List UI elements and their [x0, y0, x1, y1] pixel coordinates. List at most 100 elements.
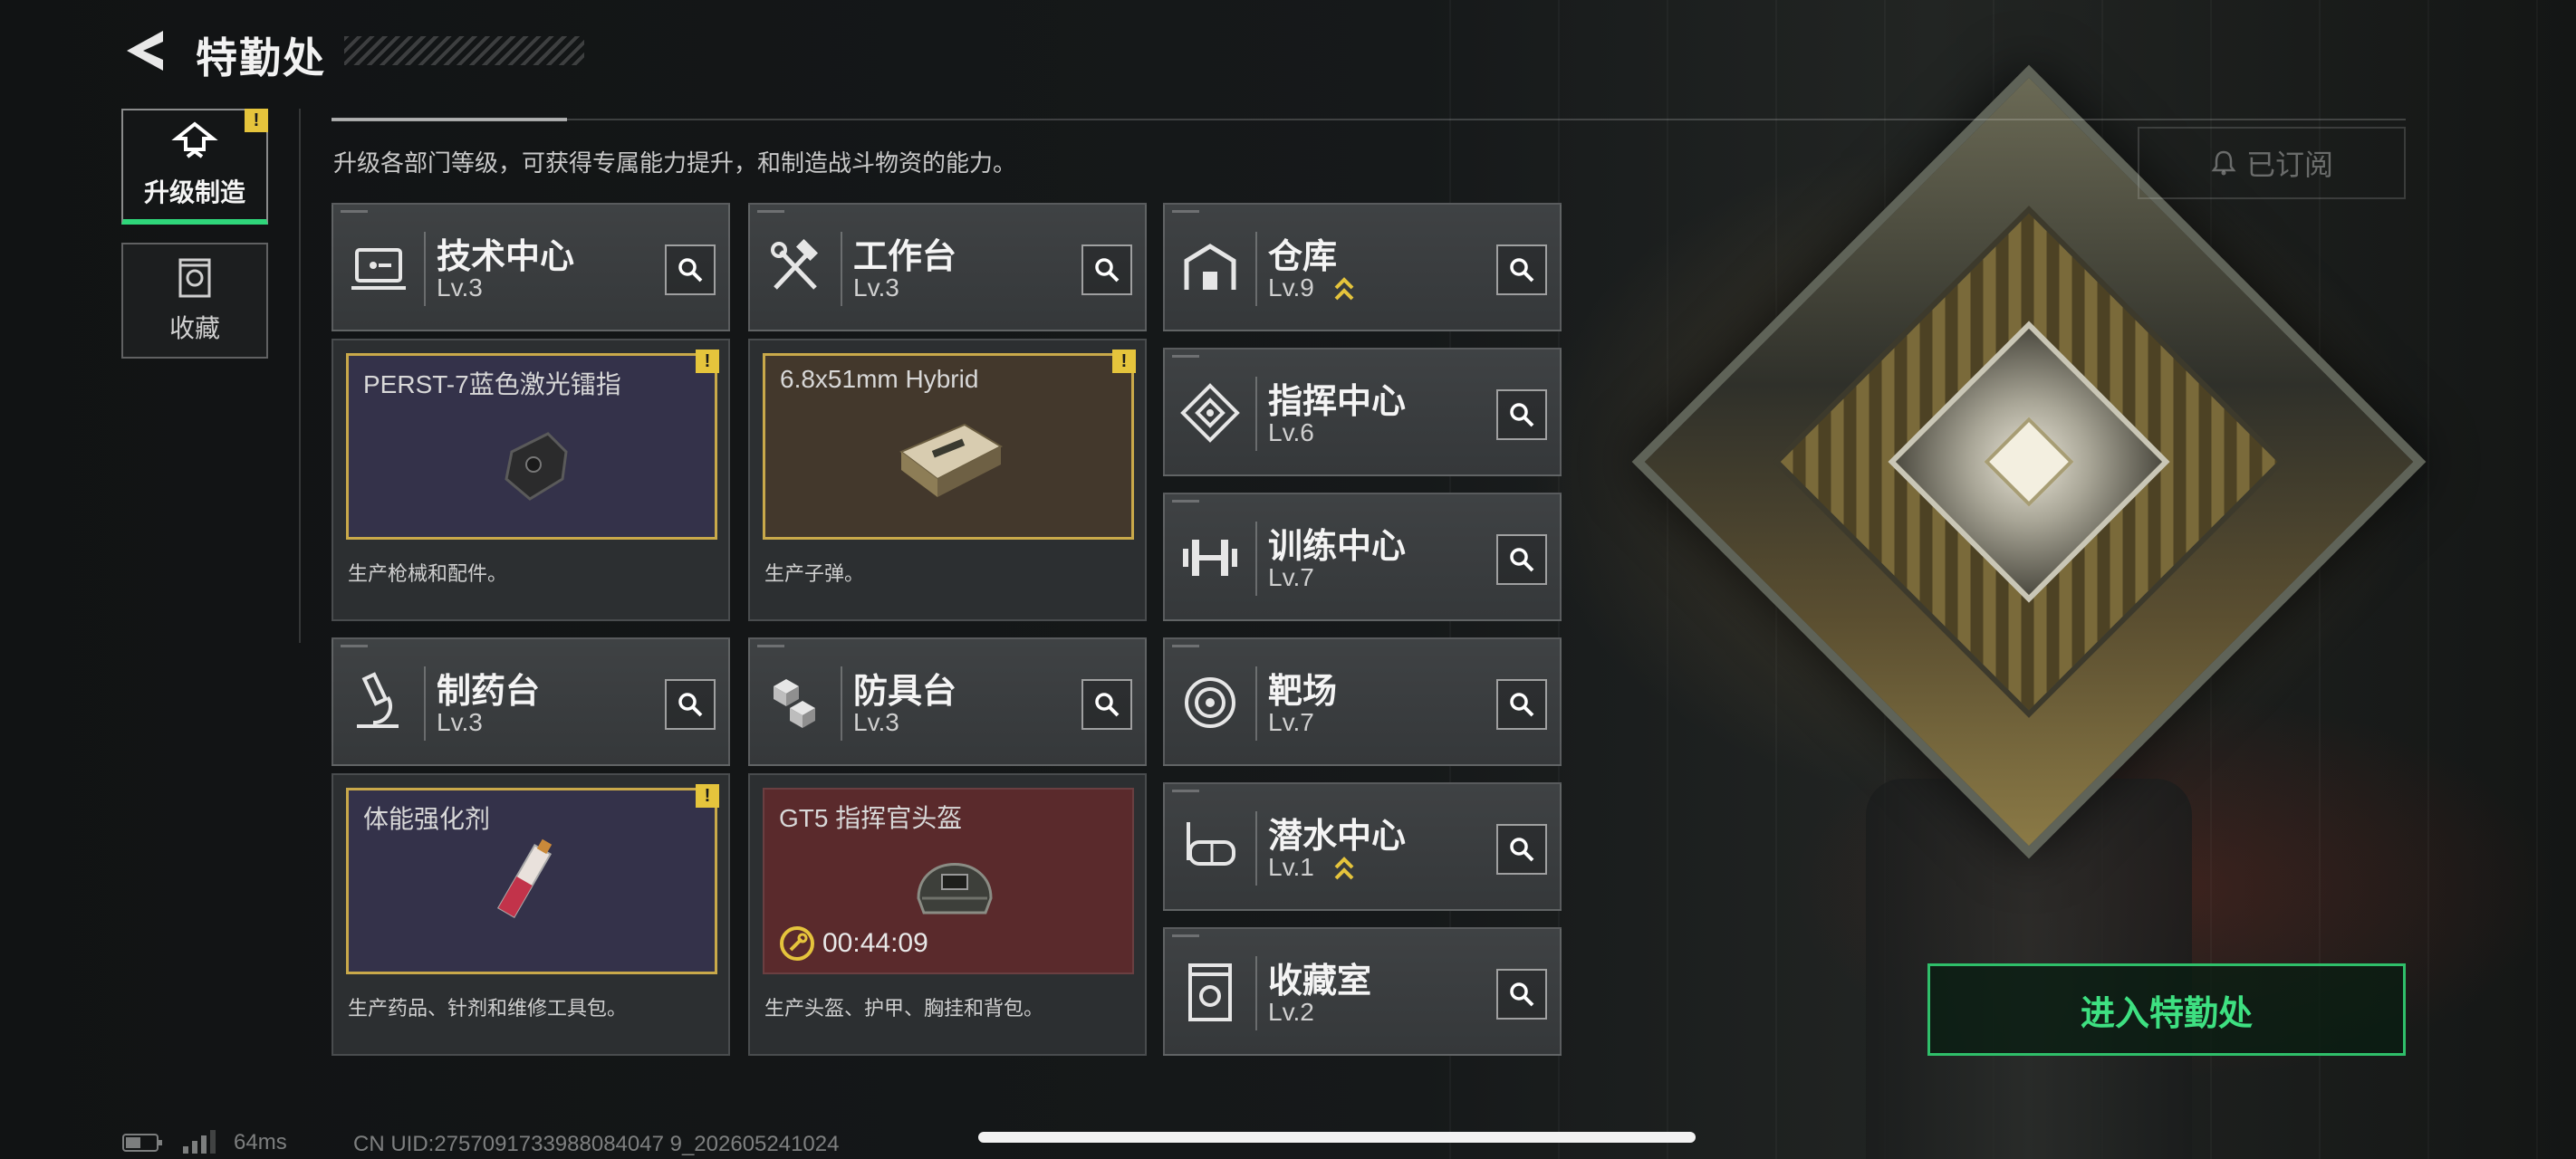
header-divider [332, 119, 2406, 120]
dept-level: Lv.1 [1268, 853, 1314, 881]
dept-name: 仓库 [1268, 238, 1338, 276]
diving-mask-icon [1187, 822, 1235, 866]
collection-cabinet-icon [178, 258, 211, 298]
production-slot[interactable]: GT5 指挥官头盔 00:44:09 [763, 788, 1134, 974]
dept-level: Lv.7 [1268, 708, 1314, 736]
dept-pharmacy[interactable]: 制药台 Lv.3 [332, 637, 730, 766]
dept-level: Lv.2 [1268, 998, 1314, 1026]
dept-level: Lv.3 [437, 708, 483, 736]
collection-room-icon [1188, 963, 1232, 1021]
production-description: 生产头盔、护甲、胸挂和背包。 [764, 997, 1044, 1020]
production-description: 生产子弹。 [764, 562, 865, 585]
command-center-icon [1180, 383, 1240, 443]
subscribed-label: 已订阅 [2245, 148, 2333, 181]
dept-level: Lv.3 [853, 273, 899, 302]
dept-armor-bench[interactable]: 防具台 Lv.3 [748, 637, 1147, 766]
enter-special-ops-button[interactable]: 进入特勤处 [1927, 963, 2406, 1056]
laser-device-item-image [505, 432, 568, 501]
ping-value: 64ms [234, 1130, 287, 1154]
dept-warehouse[interactable]: 仓库 Lv.9 [1163, 203, 1562, 331]
search-icon [1510, 258, 1534, 283]
dept-name: 指挥中心 [1268, 383, 1407, 421]
timer-value: 00:44:09 [822, 928, 928, 958]
dept-level: Lv.3 [853, 708, 899, 736]
search-icon [1510, 982, 1534, 1007]
dept-command-center[interactable]: 指挥中心 Lv.6 [1163, 348, 1562, 476]
tab-alert-badge: ! [245, 109, 268, 132]
search-icon [1510, 838, 1534, 862]
dept-training-center[interactable]: 训练中心 Lv.7 [1163, 493, 1562, 621]
production-card-armor-bench[interactable]: GT5 指挥官头盔 00:44:09 生产头盔、护甲、胸挂和背包。 [748, 773, 1147, 1056]
search-button[interactable] [1496, 534, 1547, 585]
production-card-workbench[interactable]: 6.8x51mm Hybrid ! 生产子弹。 [748, 339, 1147, 621]
dept-diving-center[interactable]: 潜水中心 Lv.1 [1163, 782, 1562, 911]
production-slot[interactable]: 6.8x51mm Hybrid [763, 353, 1134, 540]
home-indicator[interactable] [978, 1132, 1696, 1143]
search-icon [1510, 403, 1534, 427]
dept-collection-room[interactable]: 收藏室 Lv.2 [1163, 927, 1562, 1056]
dept-workbench[interactable]: 工作台 Lv.3 [748, 203, 1147, 331]
search-icon [1510, 548, 1534, 572]
dept-level: Lv.9 [1268, 273, 1314, 302]
tab-label: 收藏 [168, 314, 220, 342]
ammo-box-item-image [899, 423, 1004, 497]
hammer-wrench-icon [771, 238, 819, 290]
production-card-pharmacy[interactable]: 体能强化剂 ! 生产药品、针剂和维修工具包。 [332, 773, 730, 1056]
production-description: 生产药品、针剂和维修工具包。 [348, 997, 628, 1020]
status-bar: 64ms [121, 1130, 287, 1155]
search-button[interactable] [1496, 679, 1547, 730]
signal-icon [183, 1130, 216, 1154]
dept-name: 训练中心 [1268, 528, 1407, 566]
production-card-tech-center[interactable]: PERST-7蓝色激光镭指 ! 生产枪械和配件。 [332, 339, 730, 621]
page-description: 升级各部门等级，可获得专属能力提升，和制造战斗物资的能力。 [333, 149, 1017, 177]
search-button[interactable] [1496, 244, 1547, 295]
search-button[interactable] [665, 244, 716, 295]
tech-center-icon [351, 248, 406, 290]
item-name: GT5 指挥官头盔 [779, 804, 963, 832]
upgrade-available-icon [1334, 277, 1354, 301]
armor-blocks-icon [774, 679, 815, 728]
timer-wrench-icon [780, 926, 814, 961]
header-divider-accent [332, 118, 567, 121]
page-title: 特勤处 [196, 34, 326, 81]
dept-name: 收藏室 [1268, 963, 1372, 1001]
dept-name: 技术中心 [437, 238, 575, 276]
search-button[interactable] [1081, 244, 1132, 295]
upgrade-production-icon [171, 121, 218, 158]
search-icon [678, 258, 703, 283]
target-icon [1185, 677, 1235, 728]
search-icon [1095, 693, 1120, 717]
search-button[interactable] [1496, 389, 1547, 440]
subscribed-button[interactable]: 已订阅 [2138, 127, 2406, 199]
back-arrow-icon[interactable] [123, 27, 167, 74]
tab-upgrade-production[interactable]: 升级制造 ! [121, 109, 268, 225]
production-slot[interactable]: 体能强化剂 [346, 788, 717, 974]
dept-tech-center[interactable]: 技术中心 Lv.3 [332, 203, 730, 331]
search-icon [1095, 258, 1120, 283]
item-name: 体能强化剂 [363, 805, 491, 833]
microscope-icon [357, 672, 399, 728]
search-button[interactable] [1496, 824, 1547, 875]
search-button[interactable] [665, 679, 716, 730]
dept-name: 防具台 [853, 673, 957, 711]
helmet-item-image [917, 863, 993, 915]
search-button[interactable] [1081, 679, 1132, 730]
dept-name: 制药台 [437, 673, 541, 711]
search-icon [678, 693, 703, 717]
syringe-item-image [496, 838, 553, 919]
tab-label: 升级制造 [143, 178, 245, 206]
side-divider [299, 109, 301, 643]
search-button[interactable] [1496, 969, 1547, 1020]
dept-name: 工作台 [853, 238, 957, 276]
bell-icon [2211, 150, 2236, 176]
item-name: PERST-7蓝色激光镭指 [363, 370, 621, 398]
item-name: 6.8x51mm Hybrid [780, 365, 979, 393]
dept-name: 靶场 [1268, 673, 1338, 711]
production-timer: 00:44:09 [779, 925, 928, 962]
dept-shooting-range[interactable]: 靶场 Lv.7 [1163, 637, 1562, 766]
alert-badge: ! [696, 784, 719, 808]
warehouse-icon [1184, 244, 1236, 290]
production-slot[interactable]: PERST-7蓝色激光镭指 [346, 353, 717, 540]
dept-level: Lv.6 [1268, 418, 1314, 446]
tab-collection[interactable]: 收藏 [121, 243, 268, 359]
